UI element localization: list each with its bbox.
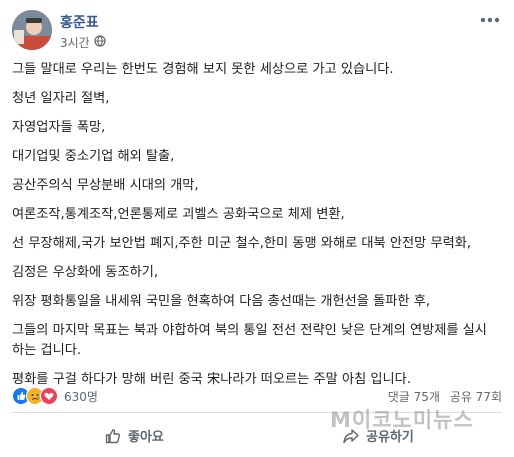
like-button[interactable]: 좋아요	[104, 426, 164, 446]
watermark: M이코노미뉴스	[330, 408, 474, 432]
post-paragraph: 선 무장해제,국가 보안법 폐지,주한 미군 철수,한미 동맹 와해로 대북 안…	[12, 236, 472, 251]
share-count[interactable]: 공유 77회	[450, 390, 502, 404]
post-paragraph: 그들의 마지막 목표는 북과 야합하여 북의 통일 전선 전략인 낮은 단계의 …	[12, 323, 487, 358]
post-paragraph: 공산주의식 무상분배 시대의 개막,	[12, 178, 199, 193]
post-time[interactable]: 3시간	[60, 36, 90, 50]
post-paragraph: 위장 평화통일을 내세워 국민을 현혹하여 다음 총선때는 개헌선을 돌파한 후…	[12, 294, 431, 309]
avatar-photo	[12, 10, 52, 50]
post-paragraph: 청년 일자리 절벽,	[12, 91, 110, 106]
post-paragraph: 그들 말대로 우리는 한번도 경험해 보지 못한 세상으로 가고 있습니다.	[12, 62, 394, 77]
post-header: 홍준표 3시간	[12, 10, 502, 54]
globe-icon[interactable]	[94, 35, 106, 50]
post-paragraph: 대기업및 중소기업 해외 탈출,	[12, 149, 175, 164]
author-avatar[interactable]	[12, 10, 52, 50]
post-body: 그들 말대로 우리는 한번도 경험해 보지 못한 세상으로 가고 있습니다. 청…	[12, 60, 496, 399]
post-meta: 3시간	[60, 34, 106, 51]
comment-count[interactable]: 댓글 75개	[388, 390, 440, 404]
like-button-label: 좋아요	[128, 430, 164, 445]
reaction-summary[interactable]: 630명	[12, 387, 98, 405]
facebook-post: 홍준표 3시간 그들 말대로 우리는 한번도 경험해 보지 못한 세상으로 가고…	[0, 0, 514, 457]
love-reaction-icon	[40, 387, 58, 405]
author-name[interactable]: 홍준표	[60, 12, 99, 32]
engagement-counts: 댓글 75개 공유 77회	[382, 388, 502, 405]
reaction-count[interactable]: 630명	[64, 390, 98, 404]
post-paragraph: 김정은 우상화에 동조하기,	[12, 265, 159, 280]
post-paragraph: 여론조작,통계조작,언론통제로 괴벨스 공화국으로 체제 변환,	[12, 207, 345, 222]
more-dots-icon[interactable]	[478, 12, 502, 28]
thumbs-up-icon	[105, 428, 121, 443]
post-paragraph: 자영업자들 폭망,	[12, 120, 106, 135]
